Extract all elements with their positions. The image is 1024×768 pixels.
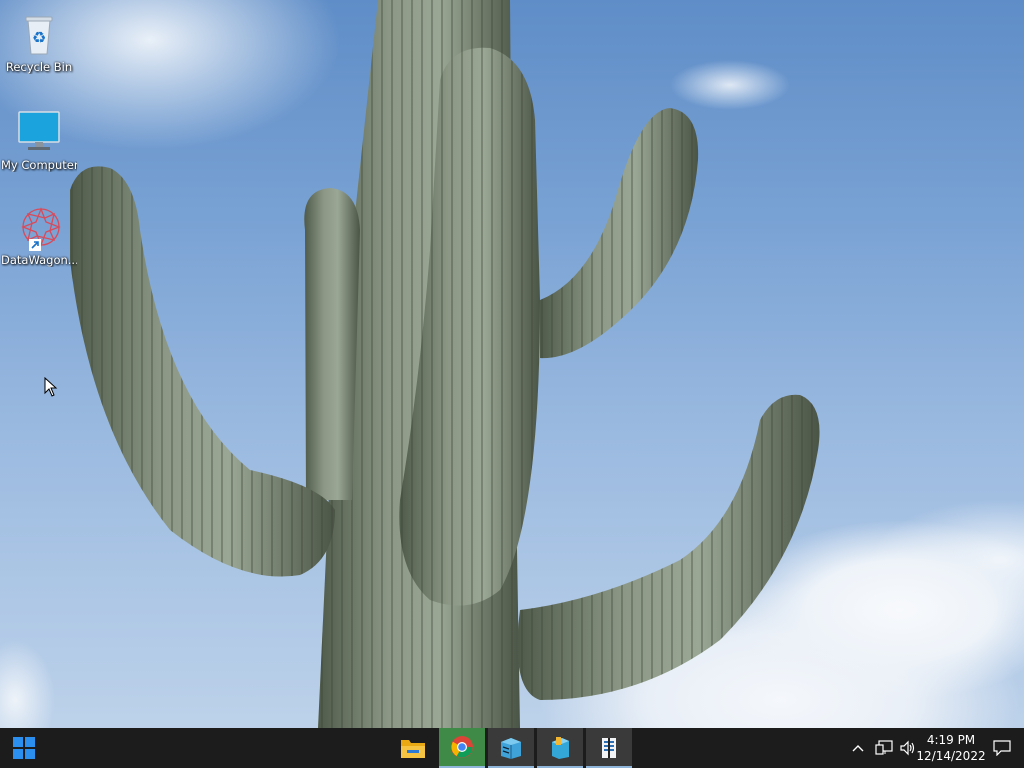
desktop-icon-label: Recycle Bin (5, 60, 73, 74)
speaker-icon (900, 740, 915, 756)
server-manager-icon (501, 738, 521, 759)
action-center-button[interactable] (988, 728, 1016, 768)
windows-logo-icon (13, 737, 35, 759)
taskbar-storage-tool[interactable] (586, 728, 632, 768)
monitor-icon (15, 110, 63, 158)
network-status-button[interactable] (872, 728, 896, 768)
taskbar-server-manager[interactable] (488, 728, 534, 768)
desktop-icon-my-computer[interactable]: My Computer (1, 110, 77, 172)
desktop-wallpaper[interactable]: ♻ Recycle Bin My Computer DataWagon... (0, 0, 1024, 728)
clock-time: 4:19 PM (926, 733, 976, 747)
desktop-icon-recycle-bin[interactable]: ♻ Recycle Bin (1, 12, 77, 74)
taskbar: 4:19 PM 12/14/2022 (0, 728, 1024, 768)
clock-date: 12/14/2022 (916, 749, 986, 763)
chevron-up-icon (852, 745, 864, 752)
datawagon-icon (15, 205, 63, 253)
notification-icon (993, 740, 1011, 756)
show-hidden-icons-button[interactable] (846, 728, 870, 768)
storage-icon (602, 738, 616, 758)
chrome-icon (451, 736, 473, 758)
mouse-cursor-icon (44, 377, 58, 397)
cactus-wallpaper-image (70, 0, 820, 728)
taskbar-server-tool[interactable] (537, 728, 583, 768)
folder-icon (401, 740, 425, 758)
desktop-icon-datawagon[interactable]: DataWagon... (1, 205, 77, 267)
desktop-icon-label: DataWagon... (1, 253, 77, 267)
taskbar-clock[interactable]: 4:19 PM 12/14/2022 (916, 728, 986, 768)
taskbar-file-explorer[interactable] (390, 728, 436, 768)
recycle-bin-icon: ♻ (15, 12, 63, 60)
server-tool-icon (552, 737, 569, 759)
svg-text:♻: ♻ (32, 28, 46, 47)
network-icon (875, 740, 893, 755)
taskbar-chrome[interactable] (439, 728, 485, 768)
start-button[interactable] (0, 728, 48, 768)
desktop-icon-label: My Computer (1, 158, 77, 172)
